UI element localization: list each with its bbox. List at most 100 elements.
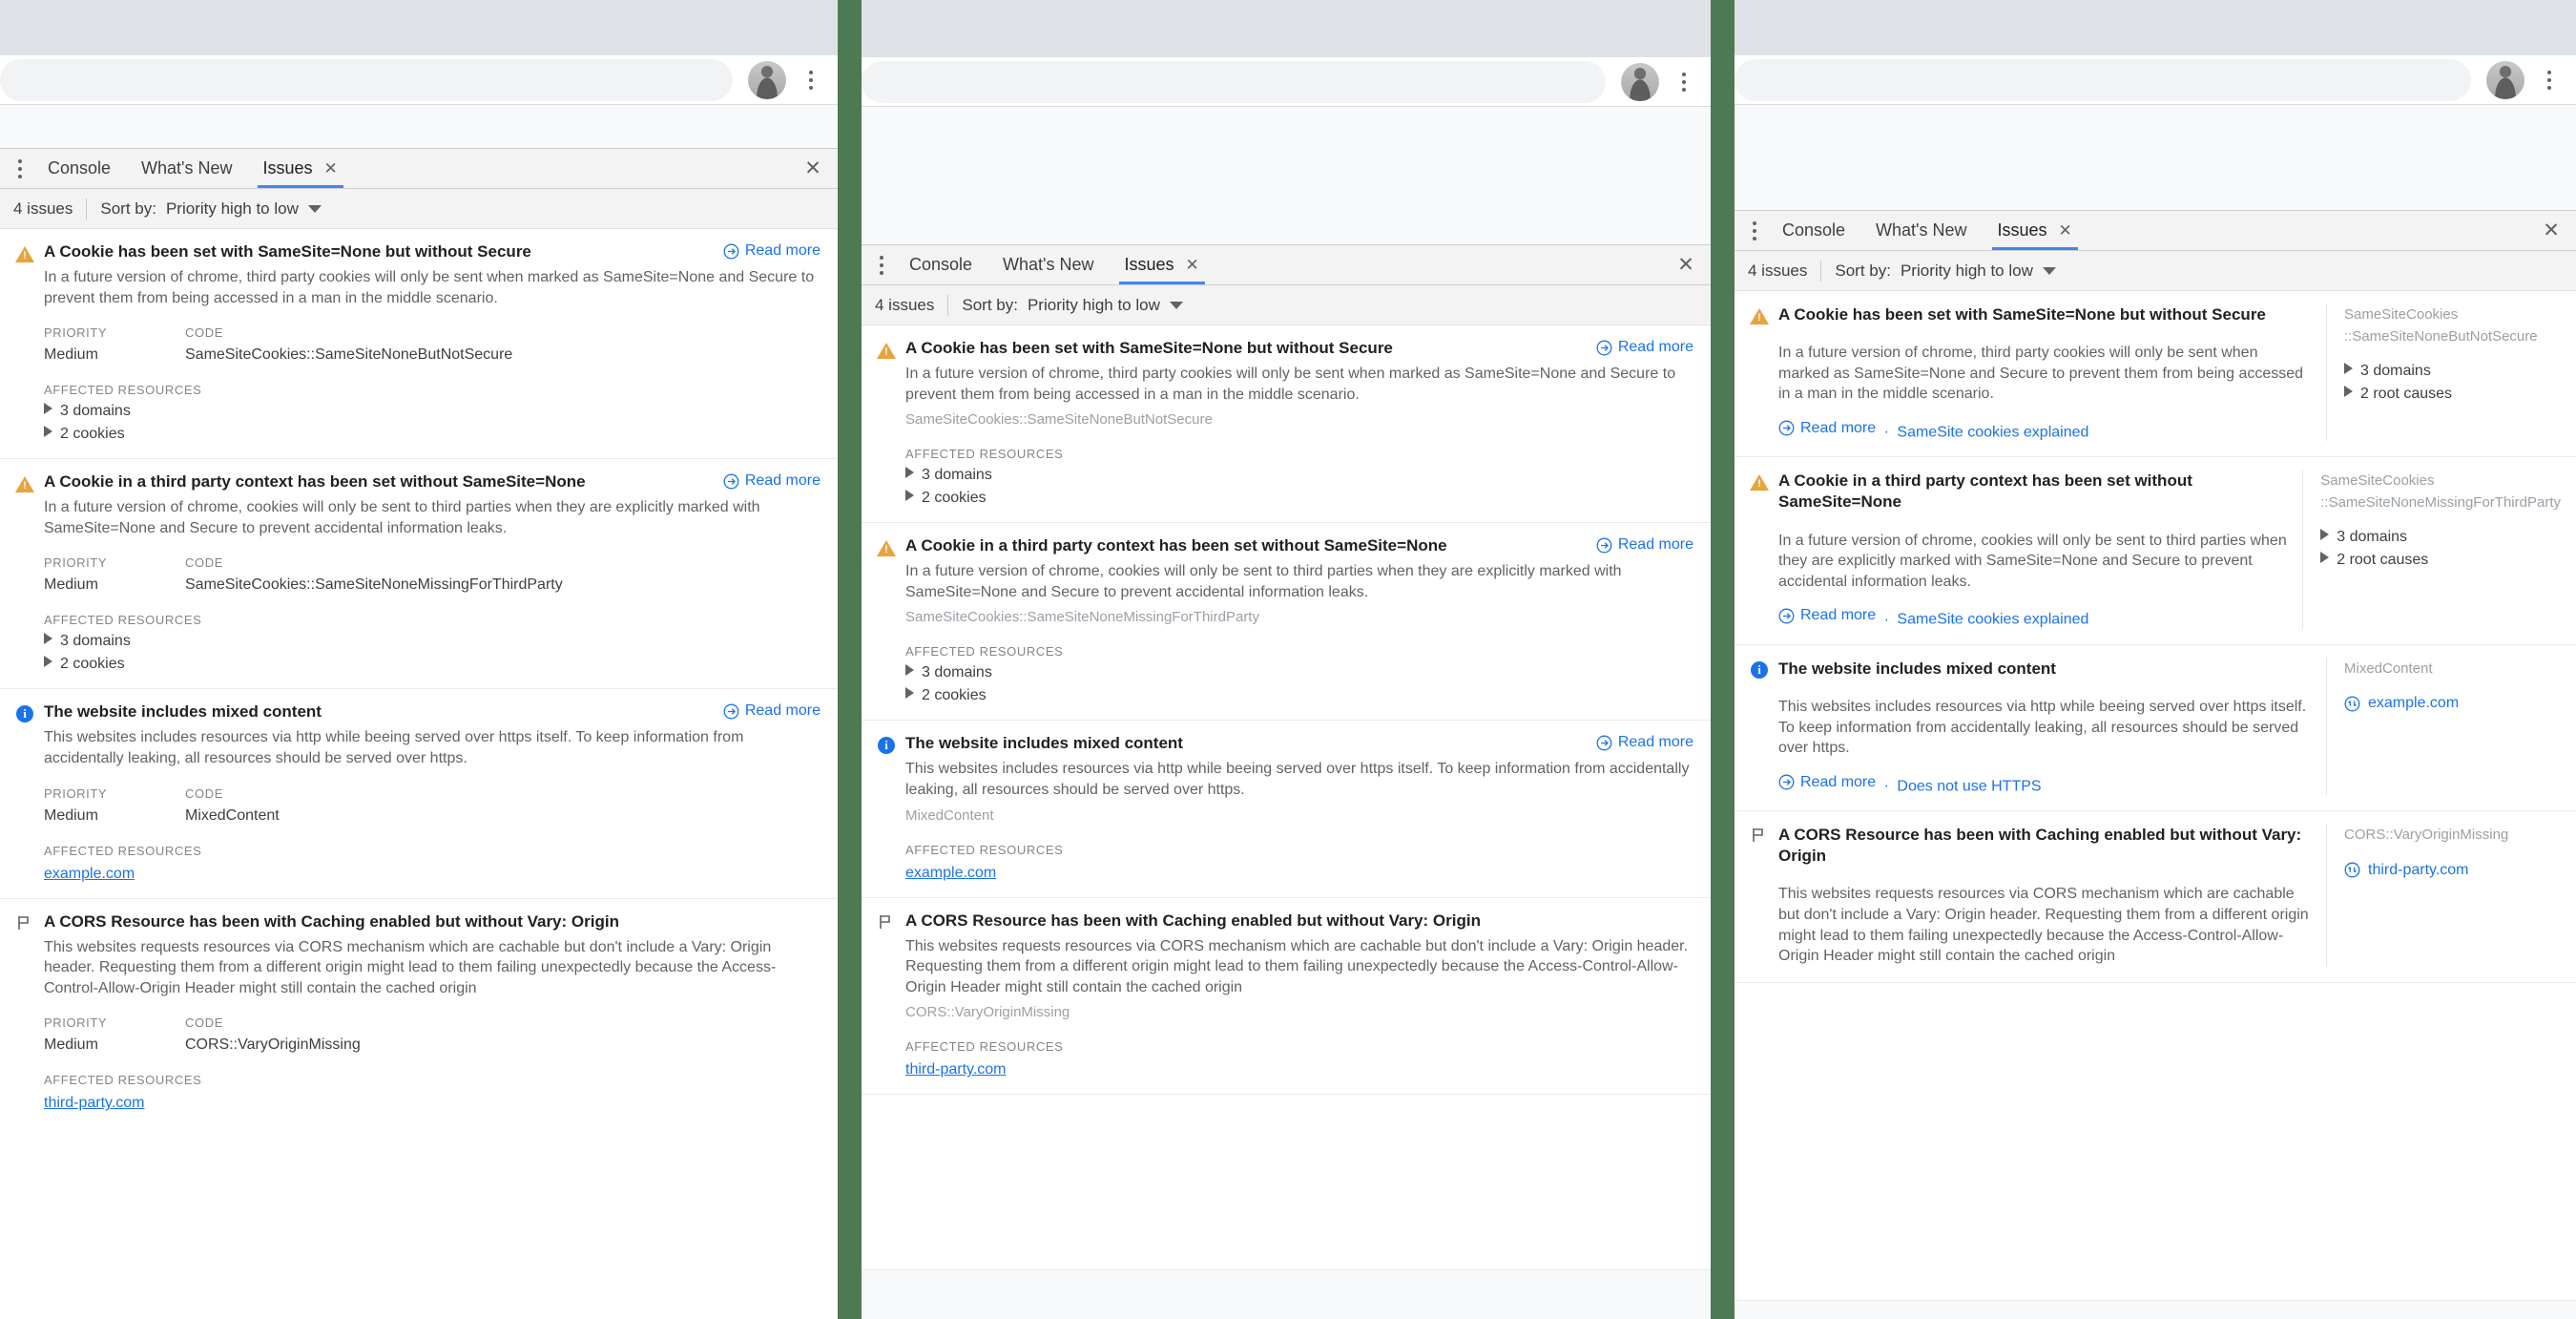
sort-select[interactable]: Sort by: Priority high to low <box>100 199 322 219</box>
resource-expander[interactable]: 2 cookies <box>905 490 1693 507</box>
resource-expander[interactable]: 2 root causes <box>2344 386 2561 403</box>
close-icon[interactable]: ✕ <box>324 160 338 177</box>
issue-row[interactable]: A Cookie in a third party context has be… <box>0 459 838 690</box>
sort-select[interactable]: Sort by: Priority high to low <box>962 295 1183 315</box>
avatar[interactable] <box>2486 60 2524 99</box>
resource-expander[interactable]: 2 cookies <box>44 656 821 673</box>
issues-list[interactable]: A Cookie has been set with SameSite=None… <box>1735 291 2576 1300</box>
devtools-close-icon[interactable]: ✕ <box>1661 245 1711 284</box>
tab-console[interactable]: Console <box>1767 211 1860 250</box>
browser-tabstrip[interactable] <box>0 0 838 55</box>
issue-code-line1: CORS::VaryOriginMissing <box>2344 827 2509 844</box>
chevron-right-icon <box>44 426 52 438</box>
resource-link[interactable]: third-party.com <box>2368 862 2469 879</box>
tab-issues[interactable]: Issues ✕ <box>1110 245 1215 284</box>
issues-list[interactable]: A Cookie has been set with SameSite=None… <box>0 229 838 1319</box>
resource-expander[interactable]: 2 root causes <box>2320 552 2561 569</box>
issue-row[interactable]: The website includes mixed content This … <box>1735 645 2576 812</box>
read-more-link[interactable]: Read more <box>1596 734 1693 751</box>
resource-link[interactable]: third-party.com <box>905 1061 1007 1078</box>
sort-select[interactable]: Sort by: Priority high to low <box>1835 261 2056 281</box>
chevron-right-icon <box>2344 386 2353 397</box>
resource-expander[interactable]: 3 domains <box>44 403 821 420</box>
page-viewport <box>0 105 838 148</box>
issue-row[interactable]: A Cookie has been set with SameSite=None… <box>1735 291 2576 458</box>
issues-list[interactable]: A Cookie has been set with SameSite=None… <box>862 325 1711 1269</box>
read-more-link[interactable]: Read more <box>1596 339 1693 356</box>
browser-tabstrip[interactable] <box>1735 0 2576 55</box>
issue-row[interactable]: The website includes mixed content Read … <box>0 689 838 899</box>
tab-whats-new[interactable]: What's New <box>987 245 1109 284</box>
avatar[interactable] <box>748 60 786 99</box>
issue-row[interactable]: A Cookie has been set with SameSite=None… <box>0 229 838 460</box>
tab-issues[interactable]: Issues ✕ <box>1983 211 2088 250</box>
priority-value: Medium <box>44 576 98 594</box>
close-icon[interactable]: ✕ <box>2059 222 2072 239</box>
resource-expander[interactable]: 3 domains <box>2320 529 2561 546</box>
issues-toolbar: 4 issues Sort by: Priority high to low <box>862 285 1711 325</box>
tab-whats-new[interactable]: What's New <box>1860 211 1982 250</box>
issue-row[interactable]: A Cookie has been set with SameSite=None… <box>862 325 1711 524</box>
resource-expander[interactable]: 3 domains <box>2344 363 2561 380</box>
issue-code-line2: ::SameSiteNoneButNotSecure <box>2344 327 2538 345</box>
issue-row[interactable]: A Cookie in a third party context has be… <box>1735 457 2576 645</box>
resource-link[interactable]: third-party.com <box>44 1095 145 1111</box>
browser-menu-icon[interactable] <box>798 61 824 99</box>
resource-label: 2 root causes <box>2360 386 2453 402</box>
sort-label: Sort by: <box>962 295 1018 314</box>
issue-row[interactable]: A Cookie in a third party context has be… <box>862 523 1711 722</box>
address-bar-input[interactable] <box>862 60 1606 103</box>
resource-link[interactable]: example.com <box>2368 695 2459 712</box>
read-more-link[interactable]: Read more <box>1778 420 1876 437</box>
browser-tabstrip[interactable] <box>862 0 1711 57</box>
explainer-link[interactable]: Does not use HTTPS <box>1897 778 2041 794</box>
issue-row[interactable]: The website includes mixed content Read … <box>862 721 1711 898</box>
read-more-link[interactable]: Read more <box>1778 774 1876 791</box>
issue-code-line1: SameSiteCookies <box>2320 472 2435 490</box>
browser-menu-icon[interactable] <box>1671 63 1697 101</box>
issue-title: A Cookie in a third party context has be… <box>1778 471 2192 512</box>
tab-console[interactable]: Console <box>32 149 126 188</box>
explainer-link[interactable]: SameSite cookies explained <box>1897 424 2088 440</box>
close-icon[interactable]: ✕ <box>1186 257 1199 273</box>
arrow-circle-icon <box>1778 608 1795 624</box>
devtools-more-icon[interactable] <box>8 149 32 188</box>
resource-expander[interactable]: 3 domains <box>905 664 1693 681</box>
issues-list-footer <box>1735 1300 2576 1319</box>
code-value: SameSiteCookies::SameSiteNoneButNotSecur… <box>185 346 513 364</box>
read-more-link[interactable]: Read more <box>1596 536 1693 554</box>
issue-row[interactable]: A CORS Resource has been with Caching en… <box>0 899 838 1128</box>
affected-resources-label: AFFECTED RESOURCES <box>44 1073 202 1088</box>
read-more-link[interactable]: Read more <box>723 702 821 720</box>
explainer-link[interactable]: SameSite cookies explained <box>1897 612 2088 628</box>
read-more-link[interactable]: Read more <box>723 472 821 490</box>
chevron-down-icon[interactable] <box>2042 266 2056 275</box>
devtools-more-icon[interactable] <box>869 245 894 284</box>
resource-link[interactable]: example.com <box>44 866 135 882</box>
toolbar-divider <box>86 198 88 220</box>
tab-whats-new[interactable]: What's New <box>126 149 247 188</box>
address-bar-input[interactable] <box>1735 58 2471 101</box>
devtools-close-icon[interactable]: ✕ <box>2526 211 2576 250</box>
sort-label: Sort by: <box>1835 261 1891 280</box>
avatar[interactable] <box>1621 62 1659 101</box>
address-bar-input[interactable] <box>0 58 733 101</box>
devtools-close-icon[interactable]: ✕ <box>788 149 838 188</box>
resource-expander[interactable]: 2 cookies <box>44 426 821 443</box>
chevron-down-icon[interactable] <box>307 204 322 213</box>
resource-link[interactable]: example.com <box>905 865 996 881</box>
resource-expander[interactable]: 2 cookies <box>905 687 1693 704</box>
resource-expander[interactable]: 3 domains <box>905 467 1693 484</box>
chevron-down-icon[interactable] <box>1169 301 1183 309</box>
resource-expander[interactable]: 3 domains <box>44 633 821 650</box>
read-more-link[interactable]: Read more <box>1778 607 1876 624</box>
tab-console[interactable]: Console <box>894 245 987 284</box>
browser-menu-icon[interactable] <box>2536 61 2563 99</box>
tab-issues[interactable]: Issues ✕ <box>248 149 353 188</box>
arrow-circle-icon <box>1778 774 1795 790</box>
issue-row[interactable]: A CORS Resource has been with Caching en… <box>862 898 1711 1096</box>
read-more-link[interactable]: Read more <box>723 242 821 260</box>
issue-row[interactable]: A CORS Resource has been with Caching en… <box>1735 811 2576 983</box>
priority-label: PRIORITY <box>44 785 108 801</box>
devtools-more-icon[interactable] <box>1742 211 1767 250</box>
